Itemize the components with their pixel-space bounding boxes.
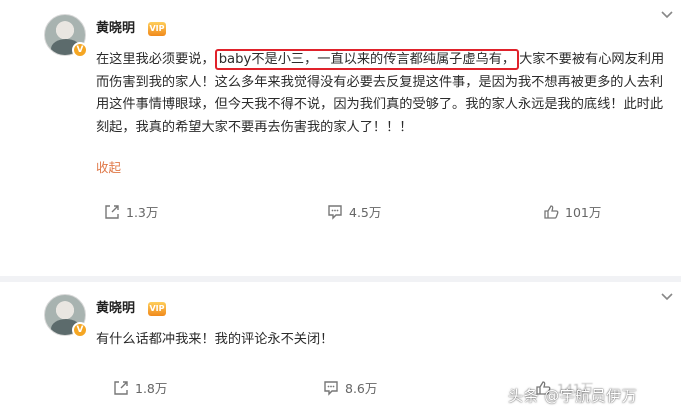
comment-icon: [323, 380, 339, 396]
comment-count: 4.5万: [349, 205, 382, 220]
comment-icon: [327, 204, 343, 220]
forward-button[interactable]: 1.3万: [104, 202, 158, 221]
chevron-down-icon[interactable]: [660, 292, 674, 302]
forward-count: 1.8万: [135, 381, 168, 396]
share-icon: [113, 380, 129, 396]
author-name[interactable]: 黄晓明: [96, 301, 135, 317]
author-name[interactable]: 黄晓明: [96, 21, 135, 37]
source-watermark: 头条 @宇航员伊万: [508, 387, 638, 405]
like-button[interactable]: 101万: [543, 202, 601, 221]
highlighted-text: baby不是小三，一直以来的传言都纯属子虚乌有，: [214, 49, 520, 70]
content-text-before: 在这里我必须要说，: [96, 52, 215, 67]
chevron-down-icon[interactable]: [660, 10, 674, 20]
comment-button[interactable]: 4.5万: [327, 202, 381, 221]
comment-count: 8.6万: [345, 381, 378, 396]
like-count: 101万: [565, 205, 602, 220]
comment-button[interactable]: 8.6万: [323, 378, 377, 397]
collapse-link[interactable]: 收起: [96, 157, 121, 176]
forward-count: 1.3万: [126, 205, 159, 220]
weibo-post-1: V 黄晓明 VIP 在这里我必须要说， baby不是小三，一直以来的传言都纯属子虚…: [0, 0, 681, 280]
verified-badge-icon: V: [72, 322, 88, 338]
verified-badge-icon: V: [72, 42, 88, 58]
forward-button[interactable]: 1.8万: [113, 378, 167, 397]
thumbs-up-icon: [543, 204, 559, 220]
vip-badge-icon: VIP: [148, 302, 166, 316]
post-content: 在这里我必须要说， baby不是小三，一直以来的传言都纯属子虚乌有， 大家不要被有心…: [96, 49, 676, 139]
post-content: 有什么话都冲我来！我的评论永不关闭！: [96, 332, 334, 347]
vip-badge-icon: VIP: [148, 22, 166, 36]
share-icon: [104, 204, 120, 220]
